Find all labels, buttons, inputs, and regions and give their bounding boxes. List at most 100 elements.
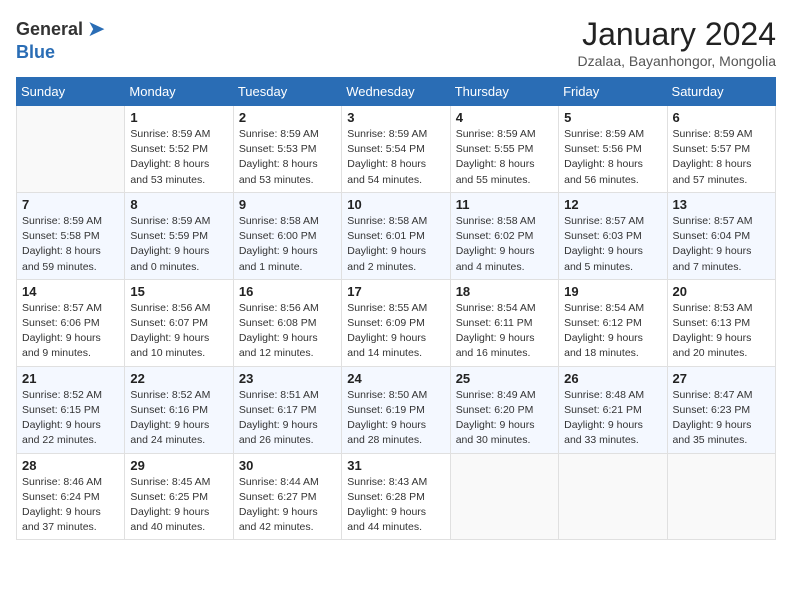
day-number: 4 — [456, 110, 553, 125]
day-detail: Sunrise: 8:59 AMSunset: 5:56 PMDaylight:… — [564, 127, 661, 188]
calendar-cell: 17 Sunrise: 8:55 AMSunset: 6:09 PMDayligh… — [342, 279, 450, 366]
day-detail: Sunrise: 8:57 AMSunset: 6:04 PMDaylight:… — [673, 214, 770, 275]
calendar-cell: 14 Sunrise: 8:57 AMSunset: 6:06 PMDayligh… — [17, 279, 125, 366]
day-detail: Sunrise: 8:58 AMSunset: 6:02 PMDaylight:… — [456, 214, 553, 275]
day-number: 6 — [673, 110, 770, 125]
day-detail: Sunrise: 8:59 AMSunset: 5:57 PMDaylight:… — [673, 127, 770, 188]
calendar-cell: 20 Sunrise: 8:53 AMSunset: 6:13 PMDayligh… — [667, 279, 775, 366]
month-title: January 2024 — [578, 16, 776, 53]
calendar-week-row: 14 Sunrise: 8:57 AMSunset: 6:06 PMDayligh… — [17, 279, 776, 366]
calendar-cell: 23 Sunrise: 8:51 AMSunset: 6:17 PMDayligh… — [233, 366, 341, 453]
calendar-cell: 31 Sunrise: 8:43 AMSunset: 6:28 PMDayligh… — [342, 453, 450, 540]
day-number: 8 — [130, 197, 227, 212]
day-number: 9 — [239, 197, 336, 212]
header-friday: Friday — [559, 78, 667, 106]
day-detail: Sunrise: 8:54 AMSunset: 6:12 PMDaylight:… — [564, 301, 661, 362]
calendar-cell: 4 Sunrise: 8:59 AMSunset: 5:55 PMDaylight… — [450, 106, 558, 193]
day-number: 13 — [673, 197, 770, 212]
day-detail: Sunrise: 8:49 AMSunset: 6:20 PMDaylight:… — [456, 388, 553, 449]
calendar-cell: 3Sunrise: 8:59 AMSunset: 5:54 PMDaylight… — [342, 106, 450, 193]
day-detail: Sunrise: 8:44 AMSunset: 6:27 PMDaylight:… — [239, 475, 336, 536]
header-thursday: Thursday — [450, 78, 558, 106]
calendar-cell — [667, 453, 775, 540]
calendar-cell: 30 Sunrise: 8:44 AMSunset: 6:27 PMDayligh… — [233, 453, 341, 540]
day-number: 19 — [564, 284, 661, 299]
header-sunday: Sunday — [17, 78, 125, 106]
calendar-cell — [450, 453, 558, 540]
calendar-cell: 5 Sunrise: 8:59 AMSunset: 5:56 PMDaylight… — [559, 106, 667, 193]
day-number: 17 — [347, 284, 444, 299]
calendar-cell: 1 Sunrise: 8:59 AMSunset: 5:52 PMDaylight… — [125, 106, 233, 193]
header-wednesday: Wednesday — [342, 78, 450, 106]
day-number: 18 — [456, 284, 553, 299]
day-detail: Sunrise: 8:59 AMSunset: 5:59 PMDaylight:… — [130, 214, 227, 275]
header-monday: Monday — [125, 78, 233, 106]
calendar-cell: 13 Sunrise: 8:57 AMSunset: 6:04 PMDayligh… — [667, 192, 775, 279]
day-detail: Sunrise: 8:56 AMSunset: 6:07 PMDaylight:… — [130, 301, 227, 362]
day-number: 20 — [673, 284, 770, 299]
header-saturday: Saturday — [667, 78, 775, 106]
day-number: 10 — [347, 197, 444, 212]
logo: General ➤ Blue — [16, 16, 105, 63]
logo-blue-text: Blue — [16, 42, 55, 63]
day-number: 29 — [130, 458, 227, 473]
day-detail: Sunrise: 8:59 AMSunset: 5:54 PMDaylight:… — [347, 127, 444, 188]
day-number: 25 — [456, 371, 553, 386]
day-number: 12 — [564, 197, 661, 212]
day-detail: Sunrise: 8:54 AMSunset: 6:11 PMDaylight:… — [456, 301, 553, 362]
day-detail: Sunrise: 8:58 AMSunset: 6:00 PMDaylight:… — [239, 214, 336, 275]
day-detail: Sunrise: 8:59 AMSunset: 5:55 PMDaylight:… — [456, 127, 553, 188]
day-detail: Sunrise: 8:47 AMSunset: 6:23 PMDaylight:… — [673, 388, 770, 449]
calendar-cell: 11 Sunrise: 8:58 AMSunset: 6:02 PMDayligh… — [450, 192, 558, 279]
calendar-week-row: 1 Sunrise: 8:59 AMSunset: 5:52 PMDaylight… — [17, 106, 776, 193]
header-tuesday: Tuesday — [233, 78, 341, 106]
day-detail: Sunrise: 8:59 AMSunset: 5:52 PMDaylight:… — [130, 127, 227, 188]
day-number: 28 — [22, 458, 119, 473]
calendar-cell: 29Sunrise: 8:45 AMSunset: 6:25 PMDayligh… — [125, 453, 233, 540]
day-detail: Sunrise: 8:51 AMSunset: 6:17 PMDaylight:… — [239, 388, 336, 449]
calendar-cell: 18 Sunrise: 8:54 AMSunset: 6:11 PMDayligh… — [450, 279, 558, 366]
day-detail: Sunrise: 8:56 AMSunset: 6:08 PMDaylight:… — [239, 301, 336, 362]
day-number: 11 — [456, 197, 553, 212]
day-detail: Sunrise: 8:55 AMSunset: 6:09 PMDaylight:… — [347, 301, 444, 362]
day-detail: Sunrise: 8:58 AMSunset: 6:01 PMDaylight:… — [347, 214, 444, 275]
day-number: 27 — [673, 371, 770, 386]
day-number: 7 — [22, 197, 119, 212]
calendar-week-row: 28 Sunrise: 8:46 AMSunset: 6:24 PMDayligh… — [17, 453, 776, 540]
day-number: 14 — [22, 284, 119, 299]
calendar-cell: 26Sunrise: 8:48 AMSunset: 6:21 PMDayligh… — [559, 366, 667, 453]
day-number: 21 — [22, 371, 119, 386]
day-number: 23 — [239, 371, 336, 386]
title-block: January 2024 Dzalaa, Bayanhongor, Mongol… — [578, 16, 776, 69]
day-detail: Sunrise: 8:52 AMSunset: 6:15 PMDaylight:… — [22, 388, 119, 449]
day-detail: Sunrise: 8:53 AMSunset: 6:13 PMDaylight:… — [673, 301, 770, 362]
calendar-cell: 16 Sunrise: 8:56 AMSunset: 6:08 PMDayligh… — [233, 279, 341, 366]
calendar-cell: 22 Sunrise: 8:52 AMSunset: 6:16 PMDayligh… — [125, 366, 233, 453]
day-detail: Sunrise: 8:57 AMSunset: 6:06 PMDaylight:… — [22, 301, 119, 362]
calendar-cell: 21 Sunrise: 8:52 AMSunset: 6:15 PMDayligh… — [17, 366, 125, 453]
day-detail: Sunrise: 8:59 AMSunset: 5:58 PMDaylight:… — [22, 214, 119, 275]
day-number: 16 — [239, 284, 336, 299]
calendar-cell: 9 Sunrise: 8:58 AMSunset: 6:00 PMDaylight… — [233, 192, 341, 279]
day-number: 26 — [564, 371, 661, 386]
calendar-cell: 25 Sunrise: 8:49 AMSunset: 6:20 PMDayligh… — [450, 366, 558, 453]
calendar-cell: 6 Sunrise: 8:59 AMSunset: 5:57 PMDaylight… — [667, 106, 775, 193]
day-number: 31 — [347, 458, 444, 473]
day-number: 30 — [239, 458, 336, 473]
calendar-week-row: 7 Sunrise: 8:59 AMSunset: 5:58 PMDaylight… — [17, 192, 776, 279]
location-title: Dzalaa, Bayanhongor, Mongolia — [578, 53, 776, 69]
calendar-cell: 12 Sunrise: 8:57 AMSunset: 6:03 PMDayligh… — [559, 192, 667, 279]
day-number: 22 — [130, 371, 227, 386]
day-number: 1 — [130, 110, 227, 125]
day-detail: Sunrise: 8:52 AMSunset: 6:16 PMDaylight:… — [130, 388, 227, 449]
logo-bird-icon: ➤ — [87, 16, 105, 42]
day-detail: Sunrise: 8:43 AMSunset: 6:28 PMDaylight:… — [347, 475, 444, 536]
day-detail: Sunrise: 8:50 AMSunset: 6:19 PMDaylight:… — [347, 388, 444, 449]
day-number: 15 — [130, 284, 227, 299]
day-number: 5 — [564, 110, 661, 125]
day-number: 24 — [347, 371, 444, 386]
page-header: General ➤ Blue January 2024 Dzalaa, Baya… — [16, 16, 776, 69]
day-detail: Sunrise: 8:46 AMSunset: 6:24 PMDaylight:… — [22, 475, 119, 536]
day-detail: Sunrise: 8:57 AMSunset: 6:03 PMDaylight:… — [564, 214, 661, 275]
calendar-header-row: SundayMondayTuesdayWednesdayThursdayFrid… — [17, 78, 776, 106]
